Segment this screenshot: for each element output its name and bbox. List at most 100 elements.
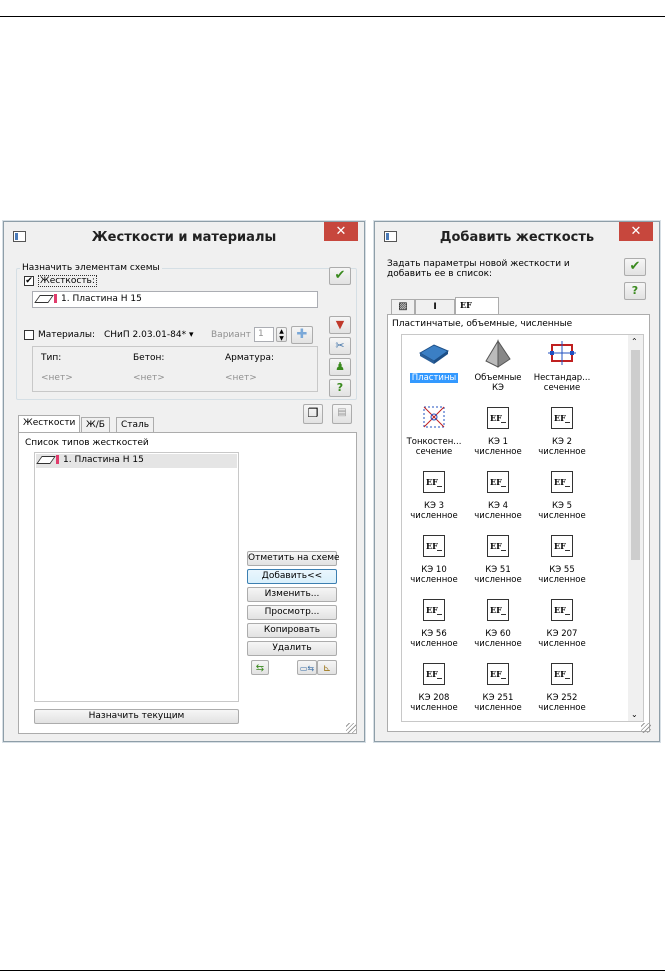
window-content: Задать параметры новой жесткости и добав… [381, 252, 653, 735]
gallery-item[interactable]: EF КЭ 251 численное [468, 659, 528, 719]
gallery-item[interactable]: EF КЭ 60 численное [468, 595, 528, 655]
gallery-item-label: КЭ 56 численное [404, 629, 464, 649]
list-item-label: 1. Пластина Н 15 [63, 455, 144, 465]
brush-icon[interactable]: ♟ [329, 358, 351, 376]
gallery-item-line2: КЭ [492, 383, 504, 393]
gallery-item[interactable]: EF КЭ 3 численное [404, 467, 464, 527]
gallery-item[interactable]: Пластины [404, 339, 464, 399]
gallery-item[interactable]: EF КЭ 208 численное [404, 659, 464, 719]
gallery-item-label: КЭ 3 численное [404, 501, 464, 521]
gallery-item-line1: КЭ 252 [546, 693, 578, 703]
gallery-item-line1: КЭ 208 [418, 693, 450, 703]
stiffness-list[interactable]: 1. Пластина Н 15 [34, 452, 239, 702]
ef-icon: EF [418, 531, 450, 561]
stiffness-tab-panel: Список типов жесткостей 1. Пластина Н 15… [18, 432, 357, 734]
ef-icon: EF [546, 595, 578, 625]
list-item[interactable]: 1. Пластина Н 15 [36, 454, 237, 468]
variant-spinner[interactable]: ▲ ▼ [276, 327, 287, 342]
tab-reinforced-concrete[interactable]: Ж/Б [81, 417, 110, 432]
edit-button[interactable]: Изменить... [247, 587, 337, 602]
gallery-item[interactable]: EF КЭ 5 численное [532, 467, 592, 527]
gallery-item[interactable]: EF КЭ 1 численное [468, 403, 528, 463]
material-type-header: Тип: [41, 353, 62, 363]
filter-icon[interactable]: ▼ [329, 316, 351, 334]
scroll-down-icon[interactable]: ⌄ [631, 710, 638, 719]
scroll-up-icon[interactable]: ⌃ [631, 337, 638, 346]
plate-icon [418, 339, 450, 369]
gallery-item[interactable]: Объемные КЭ [468, 339, 528, 399]
close-button[interactable]: ✕ [619, 222, 653, 241]
tab-profiles[interactable]: I [415, 299, 455, 314]
delete-button[interactable]: Удалить [247, 641, 337, 656]
gallery-item-line2: численное [474, 511, 522, 521]
pyramid-icon [482, 339, 514, 369]
help-button[interactable]: ? [624, 282, 646, 300]
tab-numeric[interactable]: EF [455, 297, 499, 314]
gallery-item-line2: численное [538, 639, 586, 649]
close-button[interactable]: ✕ [324, 222, 358, 241]
gallery-scrollbar[interactable]: ⌃ ⌄ [628, 335, 643, 721]
color-marker-icon [56, 455, 59, 464]
help-button[interactable]: ? [329, 379, 351, 397]
apply-checkmark-button[interactable]: ✔ [329, 267, 351, 285]
tab-stiffness[interactable]: Жесткости [18, 415, 81, 432]
swap-icon[interactable]: ▭⇆ [297, 660, 317, 675]
copy-button[interactable]: Копировать [247, 623, 337, 638]
window-icon[interactable]: ▤ [332, 404, 352, 424]
gallery-item[interactable]: EF КЭ 252 численное [532, 659, 592, 719]
gallery-item-label: Нестандар... сечение [532, 373, 592, 393]
plus-icon[interactable]: ✚ [291, 326, 313, 344]
ef-icon: EF [418, 595, 450, 625]
gallery-item[interactable]: EF КЭ 2 численное [532, 403, 592, 463]
scrollbar-thumb[interactable] [631, 350, 640, 560]
description-text: Задать параметры новой жесткости и добав… [387, 259, 570, 279]
material-concrete-header: Бетон: [133, 353, 165, 363]
refresh-arrows-icon[interactable]: ⇆ [251, 660, 269, 675]
gallery-item-line1: КЭ 55 [549, 565, 575, 575]
materials-norm-dropdown[interactable]: СНиП 2.03.01-84* ▾ [104, 330, 194, 340]
stiffness-materials-window: Жесткости и материалы ✕ Назначить элемен… [3, 221, 365, 742]
materials-checkbox[interactable] [24, 330, 34, 340]
gallery-item-line1: КЭ 56 [421, 629, 447, 639]
stiffness-type-gallery[interactable]: Пластины Объемные КЭ Нестандар... сечение Тон… [401, 334, 644, 722]
material-rebar-header: Арматура: [225, 353, 275, 363]
copy-doc-icon[interactable]: ❐ [303, 404, 323, 424]
plate-icon [34, 294, 54, 303]
stiffness-value: 1. Пластина Н 15 [61, 294, 142, 304]
gallery-item-label: КЭ 51 численное [468, 565, 528, 585]
gallery-item-line1: Пластины [409, 373, 459, 383]
gallery-item[interactable]: EF КЭ 207 численное [532, 595, 592, 655]
ef-icon: EF [482, 595, 514, 625]
stiffness-checkbox[interactable]: ✔ [24, 276, 34, 286]
gallery-item[interactable]: Тонкостен... сечение [404, 403, 464, 463]
materials-norm-value: СНиП 2.03.01-84* [104, 330, 187, 340]
scissors-icon[interactable]: ✂ [329, 337, 351, 355]
gallery-item[interactable]: EF КЭ 55 численное [532, 531, 592, 591]
gallery-item-label: Пластины [404, 373, 464, 383]
gallery-items: Пластины Объемные КЭ Нестандар... сечение Тон… [402, 335, 628, 721]
ef-icon: EF [418, 659, 450, 689]
resize-grip[interactable] [346, 723, 356, 733]
view-button[interactable]: Просмотр... [247, 605, 337, 620]
gallery-item[interactable]: EF КЭ 51 численное [468, 531, 528, 591]
gallery-item[interactable]: Нестандар... сечение [532, 339, 592, 399]
tab-steel[interactable]: Сталь [116, 417, 155, 432]
gallery-item-line2: численное [410, 575, 458, 585]
gallery-item[interactable]: EF КЭ 10 численное [404, 531, 464, 591]
assign-current-button[interactable]: Назначить текущим [34, 709, 239, 724]
chevron-down-icon: ▾ [188, 330, 194, 340]
stiffness-field[interactable]: 1. Пластина Н 15 [32, 291, 318, 308]
ef-icon: EF [482, 531, 514, 561]
gallery-item[interactable]: EF КЭ 56 численное [404, 595, 464, 655]
resize-grip[interactable] [641, 723, 651, 733]
gallery-item-label: Объемные КЭ [468, 373, 528, 393]
apply-checkmark-button[interactable]: ✔ [624, 258, 646, 276]
add-button[interactable]: Добавить<< [247, 569, 337, 584]
variant-field[interactable]: 1 [254, 327, 274, 342]
mark-on-scheme-button[interactable]: Отметить на схеме [247, 551, 340, 566]
tab-sections[interactable]: ▨ [391, 299, 415, 314]
gallery-item[interactable]: EF КЭ 4 численное [468, 467, 528, 527]
stiffness-checkbox-label: Жесткость: [38, 275, 97, 287]
ruler-icon[interactable]: ⊾ [317, 660, 337, 675]
gallery-item-label: КЭ 60 численное [468, 629, 528, 649]
